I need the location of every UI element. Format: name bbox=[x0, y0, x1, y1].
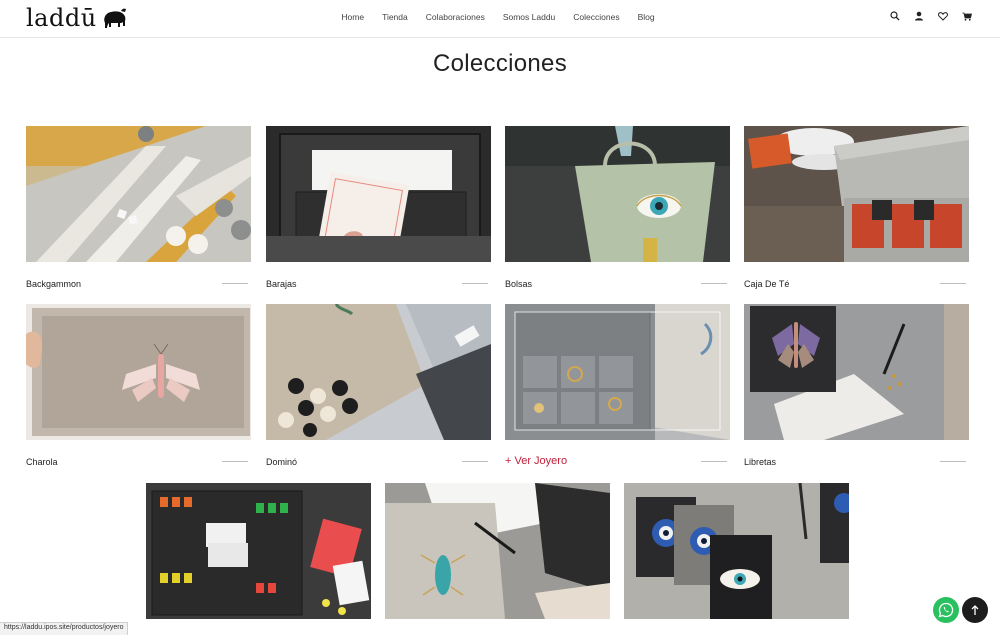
caption-divider bbox=[462, 461, 488, 462]
collection-card-caja-de-te[interactable]: Caja De Té bbox=[744, 126, 969, 289]
whatsapp-button[interactable] bbox=[933, 597, 959, 623]
collection-card-joyero[interactable]: + Ver Joyero bbox=[505, 304, 730, 467]
nav-colaboraciones[interactable]: Colaboraciones bbox=[426, 12, 485, 22]
arrow-up-icon bbox=[971, 605, 979, 615]
collection-card-barajas[interactable]: Barajas bbox=[266, 126, 491, 289]
collection-image-barajas[interactable] bbox=[266, 126, 491, 262]
collection-card-pasaportes[interactable] bbox=[624, 483, 849, 619]
brand-logo[interactable]: laddū bbox=[26, 4, 127, 32]
collection-label-bolsas[interactable]: Bolsas bbox=[505, 279, 532, 289]
caption-divider bbox=[940, 283, 966, 284]
collection-label-barajas[interactable]: Barajas bbox=[266, 279, 297, 289]
site-header: laddū Home Tienda Colaboraciones Somos L… bbox=[0, 0, 1000, 38]
collection-label-libretas[interactable]: Libretas bbox=[744, 457, 776, 467]
user-icon[interactable] bbox=[914, 10, 924, 22]
caption-divider bbox=[222, 461, 248, 462]
search-icon[interactable] bbox=[890, 10, 900, 22]
cart-icon[interactable] bbox=[962, 10, 972, 22]
caption-divider bbox=[701, 283, 727, 284]
collection-image-domino[interactable] bbox=[266, 304, 491, 440]
nav-colecciones[interactable]: Colecciones bbox=[573, 12, 619, 22]
collection-image-caja-de-te[interactable] bbox=[744, 126, 969, 262]
collection-image-charola[interactable] bbox=[26, 304, 251, 440]
nav-tienda[interactable]: Tienda bbox=[382, 12, 408, 22]
caption-divider bbox=[701, 461, 727, 462]
collection-card-tray[interactable] bbox=[146, 483, 371, 619]
page-title: Colecciones bbox=[432, 50, 568, 77]
collection-label-caja-de-te[interactable]: Caja De Té bbox=[744, 279, 789, 289]
nav-blog[interactable]: Blog bbox=[638, 12, 655, 22]
collection-card-backgammon[interactable]: Backgammon bbox=[26, 126, 251, 289]
collection-card-charola[interactable]: Charola bbox=[26, 304, 251, 467]
collection-card-estuches[interactable] bbox=[385, 483, 610, 619]
collection-image-backgammon[interactable] bbox=[26, 126, 251, 262]
scroll-top-button[interactable] bbox=[962, 597, 988, 623]
collection-image-libretas[interactable] bbox=[744, 304, 969, 440]
collection-image-bolsas[interactable] bbox=[505, 126, 730, 262]
collection-label-backgammon[interactable]: Backgammon bbox=[26, 279, 81, 289]
caption-divider bbox=[462, 283, 488, 284]
caption-divider bbox=[940, 461, 966, 462]
collection-image-joyero[interactable] bbox=[505, 304, 730, 440]
elephant-icon bbox=[103, 8, 126, 28]
nav-somos-laddu[interactable]: Somos Laddu bbox=[503, 12, 555, 22]
collection-image-pasaportes[interactable] bbox=[624, 483, 849, 619]
brand-name[interactable]: laddū bbox=[26, 4, 97, 32]
collection-label-charola[interactable]: Charola bbox=[26, 457, 58, 467]
collection-card-domino[interactable]: Dominó bbox=[266, 304, 491, 467]
ver-joyero-link[interactable]: + Ver Joyero bbox=[505, 455, 567, 467]
header-icons bbox=[890, 10, 972, 22]
collection-card-libretas[interactable]: Libretas bbox=[744, 304, 969, 467]
caption-divider bbox=[222, 283, 248, 284]
collection-card-bolsas[interactable]: Bolsas bbox=[505, 126, 730, 289]
status-bar-url: https://laddu.ipos.site/productos/joyero bbox=[0, 622, 129, 635]
collection-label-domino[interactable]: Dominó bbox=[266, 457, 297, 467]
collection-image-tray[interactable] bbox=[146, 483, 371, 619]
main-nav: Home Tienda Colaboraciones Somos Laddu C… bbox=[0, 12, 1000, 22]
whatsapp-icon bbox=[938, 602, 954, 618]
collection-image-estuches[interactable] bbox=[385, 483, 610, 619]
nav-home[interactable]: Home bbox=[341, 12, 364, 22]
heart-icon[interactable] bbox=[938, 10, 948, 22]
